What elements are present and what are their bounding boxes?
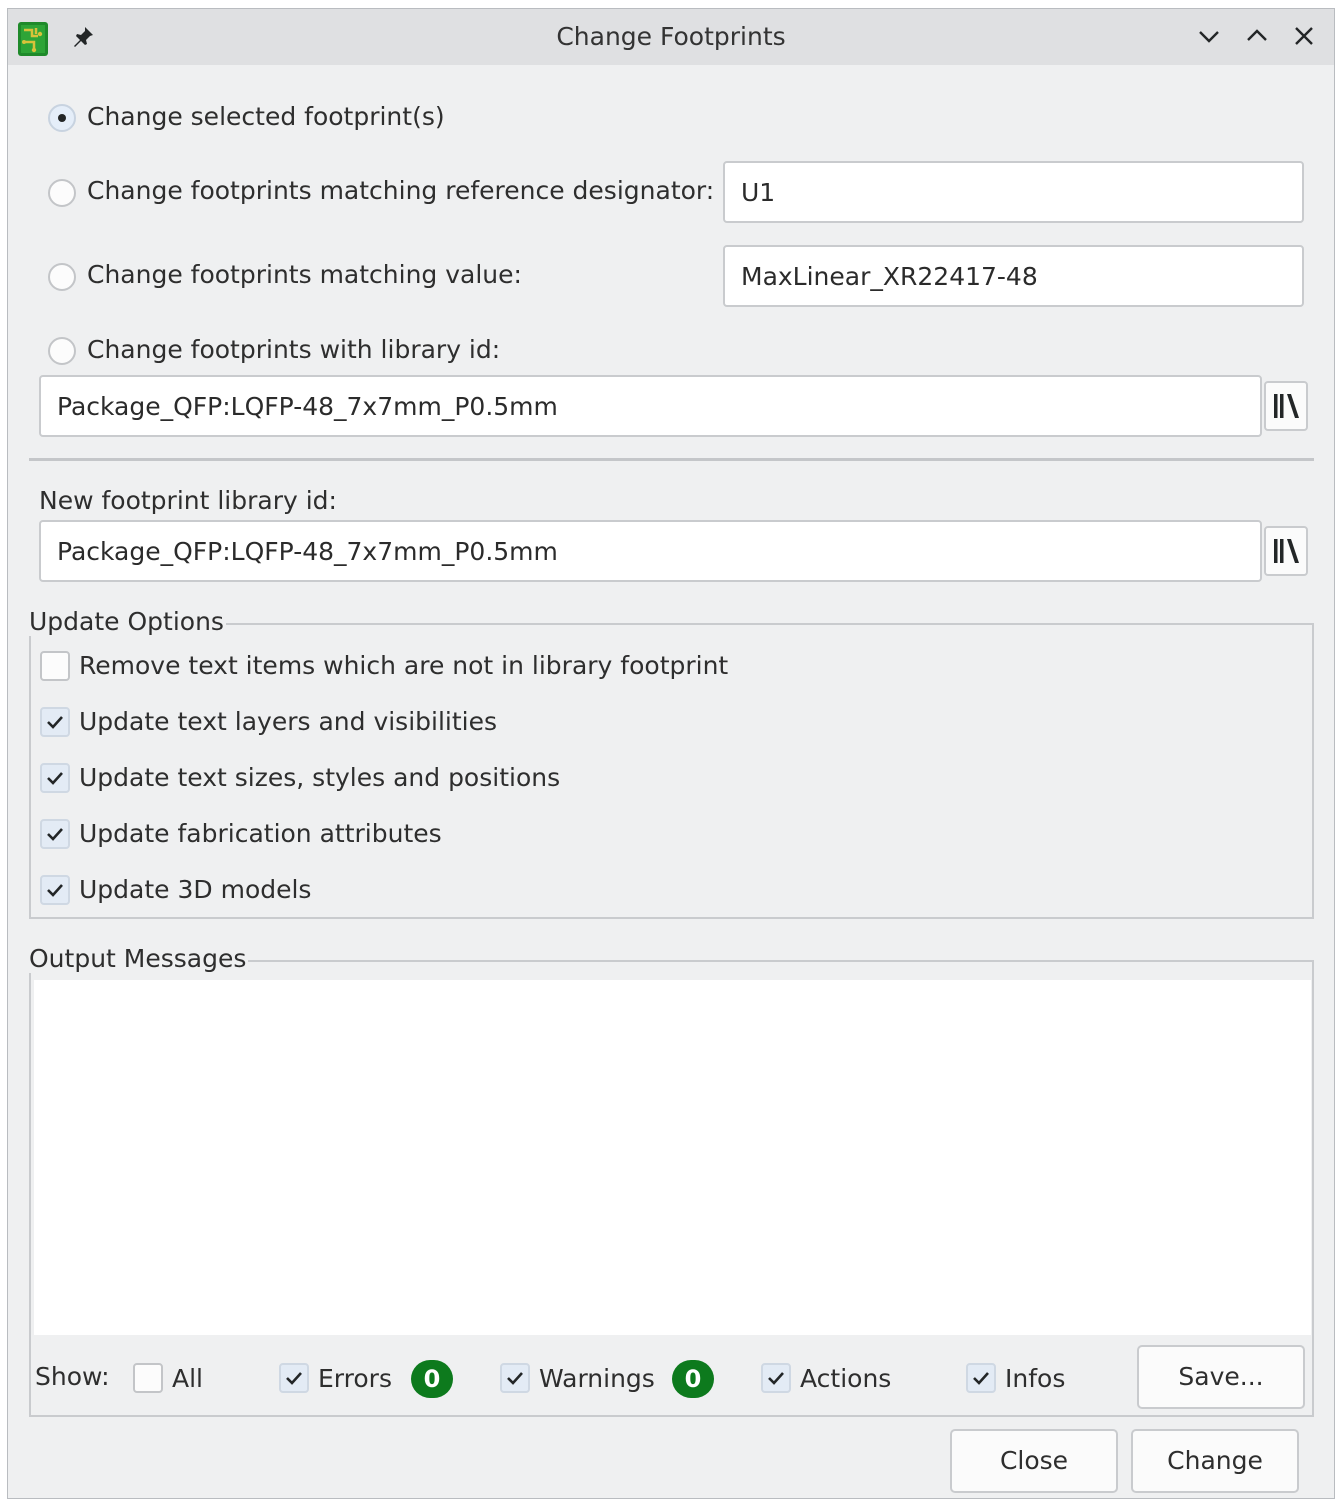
match-libid-field[interactable]: Package_QFP:LQFP-48_7x7mm_P0.5mm [39, 375, 1262, 437]
browse-library-button[interactable] [1264, 381, 1308, 431]
update-3d-models-checkbox[interactable] [40, 875, 70, 905]
close-button[interactable]: Close [950, 1429, 1118, 1493]
update-text-layers-checkbox[interactable] [40, 707, 70, 737]
checkmark-icon [286, 1372, 302, 1385]
radio-change-selected[interactable] [48, 104, 76, 132]
maximize-icon[interactable] [1244, 23, 1270, 49]
update-text-layers-label[interactable]: Update text layers and visibilities [79, 707, 497, 736]
show-all-label[interactable]: All [172, 1364, 203, 1393]
radio-match-value[interactable] [48, 263, 76, 291]
radio-match-reference-label[interactable]: Change footprints matching reference des… [87, 176, 714, 205]
show-actions-checkbox[interactable] [761, 1363, 791, 1393]
close-icon[interactable] [1291, 23, 1317, 49]
checkmark-icon [47, 716, 63, 729]
library-icon [1274, 539, 1299, 563]
update-options-title: Update Options [29, 607, 226, 636]
show-actions-label[interactable]: Actions [800, 1364, 891, 1393]
show-warnings-label[interactable]: Warnings [539, 1364, 655, 1393]
update-fabrication-checkbox[interactable] [40, 819, 70, 849]
radio-match-value-label[interactable]: Change footprints matching value: [87, 260, 522, 289]
update-3d-models-label[interactable]: Update 3D models [79, 875, 311, 904]
checkmark-icon [973, 1372, 989, 1385]
warnings-count-badge: 0 [672, 1360, 714, 1398]
checkmark-icon [47, 828, 63, 841]
value-field[interactable]: MaxLinear_XR22417-48 [723, 245, 1304, 307]
show-warnings-checkbox[interactable] [500, 1363, 530, 1393]
show-infos-label[interactable]: Infos [1005, 1364, 1065, 1393]
output-messages-title: Output Messages [29, 944, 249, 973]
divider [29, 458, 1314, 461]
change-footprints-dialog: Change Footprints Change selected footpr… [7, 8, 1335, 1499]
radio-match-libid[interactable] [48, 337, 76, 365]
new-footprint-label: New footprint library id: [39, 486, 337, 515]
show-errors-label[interactable]: Errors [318, 1364, 392, 1393]
errors-count-badge: 0 [411, 1360, 453, 1398]
remove-text-items-label[interactable]: Remove text items which are not in libra… [79, 651, 728, 680]
checkmark-icon [47, 884, 63, 897]
output-messages-area[interactable] [34, 980, 1311, 1335]
title-bar: Change Footprints [8, 9, 1334, 65]
radio-change-selected-label[interactable]: Change selected footprint(s) [87, 102, 445, 131]
change-button[interactable]: Change [1131, 1429, 1299, 1493]
radio-match-reference[interactable] [48, 179, 76, 207]
library-icon [1274, 394, 1299, 418]
minimize-icon[interactable] [1196, 23, 1222, 49]
radio-match-libid-label[interactable]: Change footprints with library id: [87, 335, 500, 364]
save-button[interactable]: Save... [1137, 1345, 1305, 1409]
checkmark-icon [507, 1372, 523, 1385]
show-infos-checkbox[interactable] [966, 1363, 996, 1393]
update-text-sizes-checkbox[interactable] [40, 763, 70, 793]
browse-new-library-button[interactable] [1264, 526, 1308, 576]
window-title: Change Footprints [556, 22, 786, 51]
checkmark-icon [768, 1372, 784, 1385]
show-all-checkbox[interactable] [133, 1363, 163, 1393]
update-text-sizes-label[interactable]: Update text sizes, styles and positions [79, 763, 560, 792]
checkmark-icon [47, 772, 63, 785]
update-fabrication-label[interactable]: Update fabrication attributes [79, 819, 442, 848]
new-footprint-libid-field[interactable]: Package_QFP:LQFP-48_7x7mm_P0.5mm [39, 520, 1262, 582]
show-label: Show: [35, 1362, 110, 1391]
remove-text-items-checkbox[interactable] [40, 651, 70, 681]
show-errors-checkbox[interactable] [279, 1363, 309, 1393]
reference-designator-field[interactable]: U1 [723, 161, 1304, 223]
